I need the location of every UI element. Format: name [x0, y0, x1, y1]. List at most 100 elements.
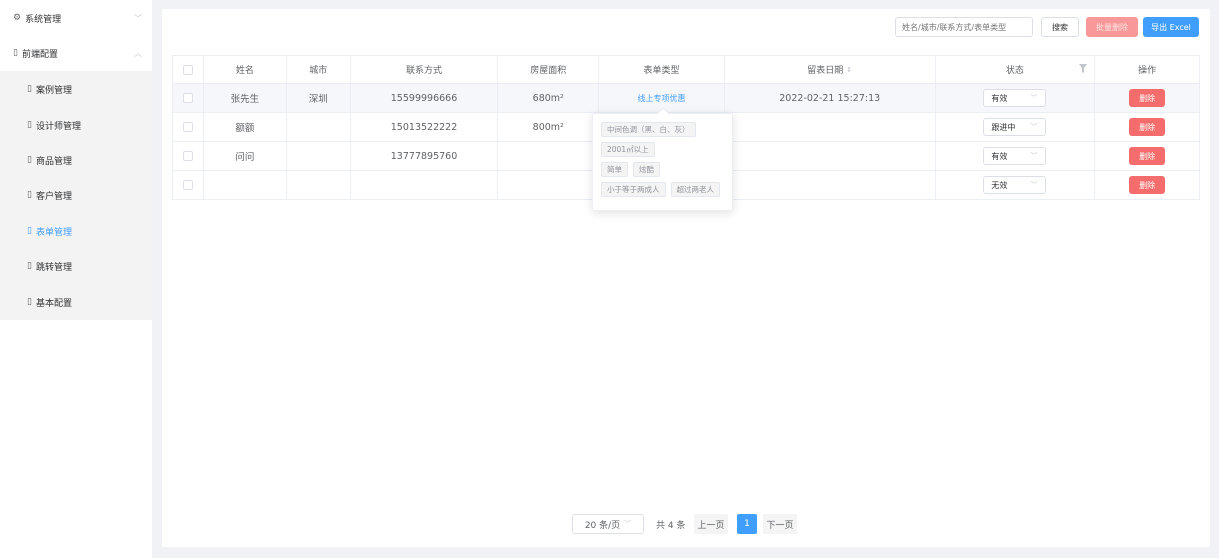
cell-status: 有效 ﹀: [936, 142, 1096, 170]
menu-frontend[interactable]: ▯ 前端配置 ︿: [0, 35, 152, 71]
row-checkbox[interactable]: [182, 180, 193, 190]
tag-row: 中间色调（黑、白、灰）: [601, 122, 724, 137]
cell-status: 跟进中 ﹀: [936, 113, 1096, 141]
cell-status: 有效 ﹀: [936, 84, 1096, 112]
tag: 超过两老人: [670, 182, 720, 197]
row-select-cell: [173, 142, 204, 170]
sidebar-item-label: 表单管理: [35, 227, 72, 238]
status-value: 跟进中: [991, 122, 1016, 132]
sort-icon[interactable]: ⇕: [846, 66, 852, 74]
sidebar-item-label: 客户管理: [35, 191, 72, 202]
gear-icon: ⚙: [13, 13, 22, 23]
header-select-all: [173, 56, 204, 83]
status-select[interactable]: 有效 ﹀: [983, 89, 1047, 107]
chevron-down-icon: ﹀: [1030, 123, 1038, 131]
cell-area: [498, 142, 600, 170]
row-checkbox[interactable]: [182, 122, 193, 132]
cell-phone: 15599996666: [351, 84, 499, 112]
table-header: 姓名 城市 联系方式 房屋面积 表单类型 留表日期 ⇕ 状态 操作: [173, 56, 1199, 84]
header-status: 状态: [936, 56, 1096, 83]
delete-button[interactable]: 删除: [1129, 147, 1166, 165]
map-icon: ▯: [27, 297, 32, 307]
cell-name: 张先生: [204, 84, 287, 112]
sidebar-item-label: 案例管理: [35, 85, 72, 96]
cell-status: 无效 ﹀: [936, 171, 1096, 199]
export-excel-button[interactable]: 导出 Excel: [1143, 17, 1199, 37]
next-page-button[interactable]: 下一页: [763, 514, 797, 534]
batch-delete-button[interactable]: 批量删除: [1086, 17, 1138, 37]
sidebar: ⚙ 系统管理 ﹀ ▯ 前端配置 ︿ ▯ 案例管理 ▯ 设计师管理 ▯ 商品管理 …: [0, 0, 152, 558]
search-button[interactable]: 搜索: [1041, 17, 1079, 37]
form-type-link[interactable]: 线上专项优惠: [638, 93, 686, 104]
cell-action: 删除: [1095, 142, 1199, 170]
sidebar-item-basic-config[interactable]: ▯ 基本配置: [0, 284, 152, 320]
cell-city: [287, 113, 351, 141]
header-area: 房屋面积: [498, 56, 600, 83]
select-all-checkbox[interactable]: [182, 64, 193, 75]
tag-row: 2001㎡以上: [601, 142, 724, 157]
map-icon: ▯: [27, 120, 32, 130]
map-icon: ▯: [27, 190, 32, 200]
cell-date: [725, 171, 936, 199]
page-number-button[interactable]: 1: [737, 514, 757, 534]
chevron-down-icon: ﹀: [624, 520, 632, 528]
page-size-select[interactable]: 20 条/页 ﹀: [572, 514, 644, 534]
sidebar-item-label: 跳转管理: [35, 262, 72, 273]
tag: 2001㎡以上: [601, 142, 655, 157]
header-date[interactable]: 留表日期 ⇕: [725, 56, 936, 83]
tag: 简单: [601, 162, 628, 177]
row-select-cell: [173, 171, 204, 199]
row-checkbox[interactable]: [182, 151, 193, 161]
cell-area: 680m²: [498, 84, 600, 112]
status-value: 有效: [991, 151, 1008, 161]
delete-button[interactable]: 删除: [1129, 176, 1166, 194]
header-phone: 联系方式: [351, 56, 499, 83]
filter-icon[interactable]: [1079, 64, 1088, 73]
chevron-up-icon: ︿: [134, 48, 142, 58]
header-city: 城市: [287, 56, 351, 83]
tag-row: 小于等于两成人 超过两老人: [601, 182, 724, 197]
cell-area: 800m²: [498, 113, 600, 141]
status-select[interactable]: 有效 ﹀: [983, 147, 1047, 165]
map-icon: ▯: [27, 155, 32, 165]
cell-name: 额额: [204, 113, 287, 141]
map-icon: ▯: [13, 48, 18, 58]
sidebar-item-designers[interactable]: ▯ 设计师管理: [0, 107, 152, 143]
row-checkbox[interactable]: [182, 93, 193, 103]
header-form-type: 表单类型: [599, 56, 725, 83]
form-type-popover: 中间色调（黑、白、灰） 2001㎡以上 简单 炫酷 小于等于两成人 超过两老人: [592, 107, 733, 211]
tag-row: 简单 炫酷: [601, 162, 724, 177]
header-status-label: 状态: [1005, 66, 1024, 76]
header-name: 姓名: [204, 56, 287, 83]
status-select[interactable]: 无效 ﹀: [983, 176, 1047, 194]
sidebar-item-label: 商品管理: [35, 156, 72, 167]
map-icon: ▯: [27, 261, 32, 271]
cell-phone: 15013522222: [351, 113, 499, 141]
sidebar-item-cases[interactable]: ▯ 案例管理: [0, 71, 152, 107]
tag: 中间色调（黑、白、灰）: [601, 122, 696, 137]
cell-area: [498, 171, 600, 199]
row-select-cell: [173, 84, 204, 112]
sidebar-item-label: 设计师管理: [35, 121, 81, 132]
row-select-cell: [173, 113, 204, 141]
pagination-total: 共 4 条: [656, 520, 686, 531]
tag: 炫酷: [633, 162, 660, 177]
status-value: 无效: [991, 180, 1008, 190]
delete-button[interactable]: 删除: [1129, 89, 1166, 107]
header-action: 操作: [1138, 66, 1157, 76]
prev-page-button[interactable]: 上一页: [694, 514, 728, 534]
map-icon: ▯: [27, 84, 32, 94]
sidebar-item-forms[interactable]: ▯ 表单管理: [0, 213, 152, 249]
status-select[interactable]: 跟进中 ﹀: [983, 118, 1047, 136]
cell-city: 深圳: [287, 84, 351, 112]
tag: 小于等于两成人: [601, 182, 666, 197]
sidebar-item-customers[interactable]: ▯ 客户管理: [0, 177, 152, 213]
cell-name: [204, 171, 287, 199]
delete-button[interactable]: 删除: [1129, 118, 1166, 136]
search-input[interactable]: [895, 17, 1033, 37]
sidebar-item-redirects[interactable]: ▯ 跳转管理: [0, 248, 152, 284]
menu-system[interactable]: ⚙ 系统管理 ﹀: [0, 0, 152, 36]
sidebar-item-products[interactable]: ▯ 商品管理: [0, 142, 152, 178]
cell-city: [287, 171, 351, 199]
menu-frontend-label: 前端配置: [21, 49, 58, 60]
